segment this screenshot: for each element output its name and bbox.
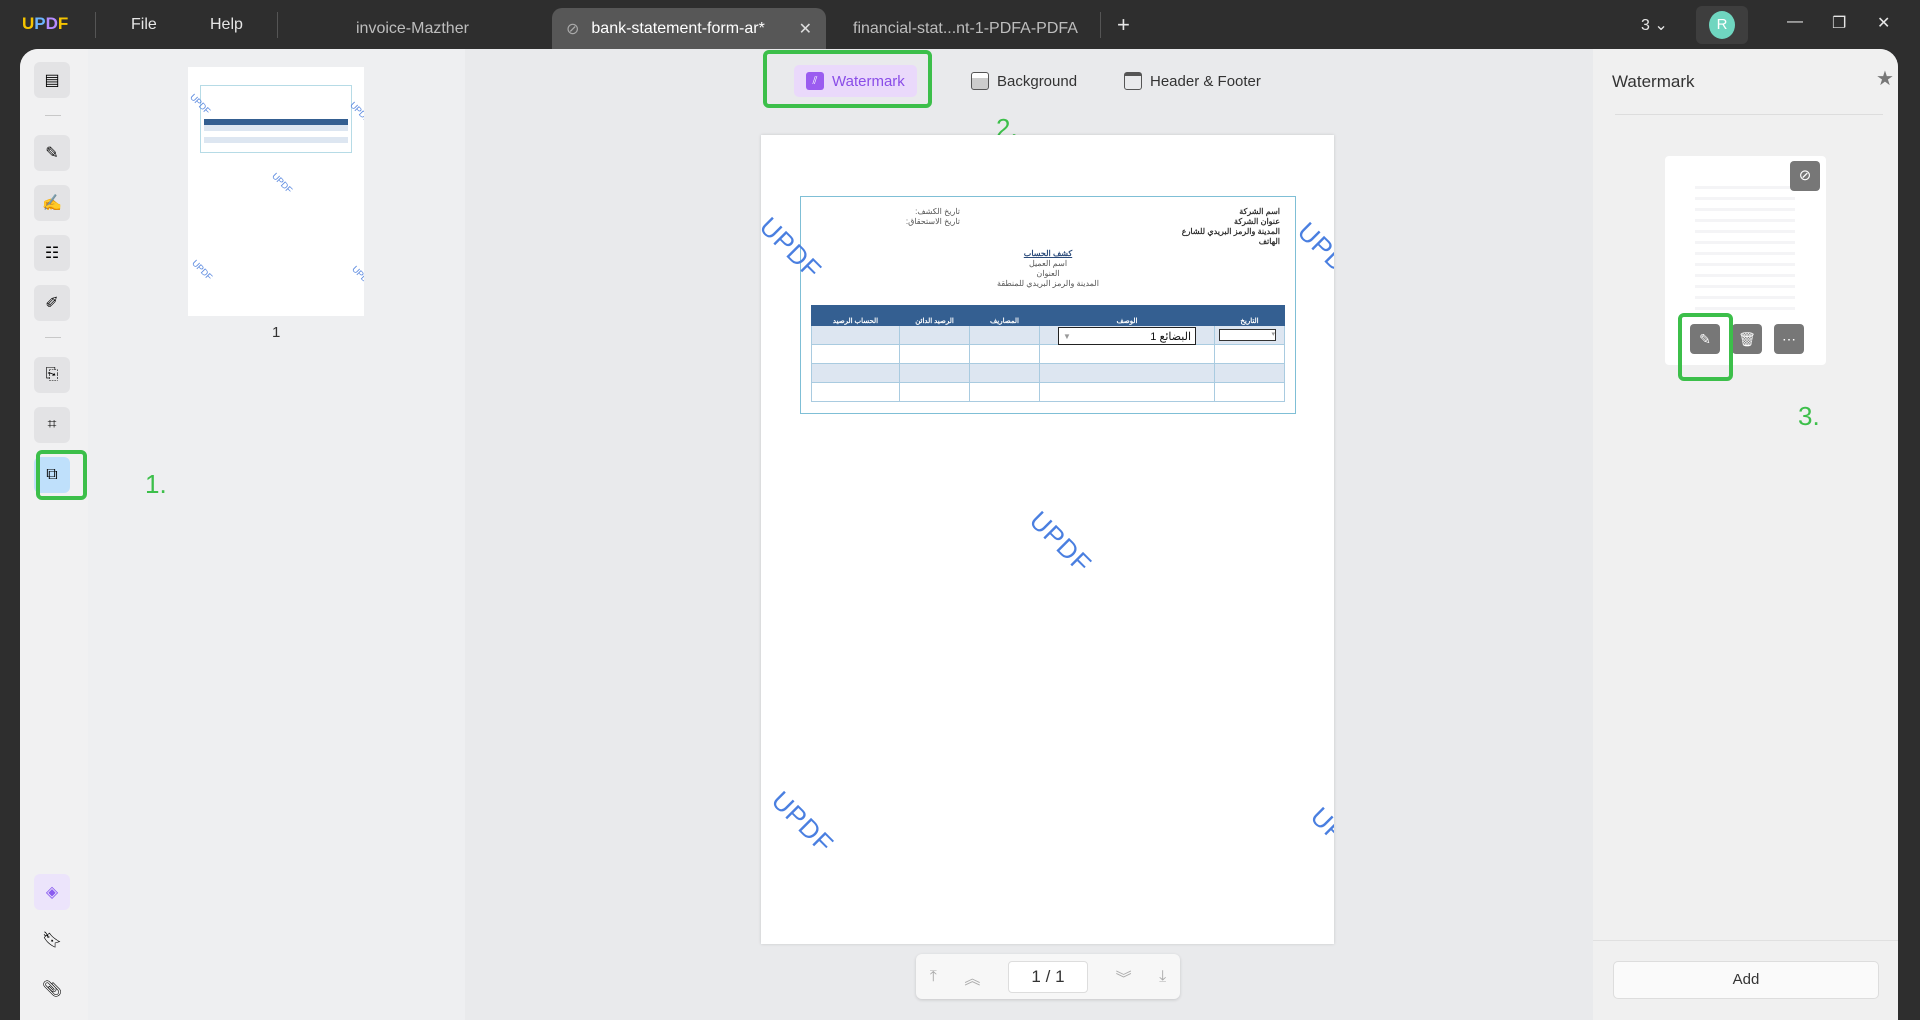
column-header: الحساب الرصيد [811,305,900,326]
thumbnail-panel: UPDF UPDF UPDF UPDF UPDF 1 1. [88,49,465,1020]
tab-label: financial-stat...nt-1-PDFA-PDFA [853,19,1078,37]
tab-label: bank-statement-form-ar* [591,19,765,37]
organize-pages-icon[interactable]: ⎘ [34,357,70,393]
layers-icon[interactable]: ◈ [34,874,70,910]
step1-label: 1. [145,469,167,499]
trash-icon: 🗑︎ [1738,330,1756,347]
restore-icon[interactable]: ❐ [1832,13,1846,33]
first-page-icon[interactable]: ⤒ [930,968,937,986]
window-count[interactable]: 3 ⌄ [1641,15,1668,35]
background-icon [971,72,989,90]
column-header: المصاريف [969,305,1040,326]
statement-table: التاريخ الوصف المصاريف الرصيد الدائن الحساب … [811,305,1285,402]
description-value: البضائع 1 [1150,330,1191,343]
step1-highlight [36,450,87,500]
company-phone: الهاتف [1258,237,1280,246]
count-label: 3 [1641,17,1650,34]
company-city: المدينة والرمز البريدي للشارع [1181,227,1280,236]
bookmark-icon[interactable]: 🔖︎ [34,922,70,958]
company-address: عنوان الشركة [1234,217,1280,226]
attachment-icon[interactable]: 📎︎ [34,971,70,1007]
close-tab-icon[interactable]: ✕ [799,19,812,39]
menu-help[interactable]: Help [210,16,243,34]
unsaved-icon: ⊘ [566,20,580,38]
panel-title: Watermark [1612,72,1695,91]
description-dropdown[interactable]: البضائع 1 ▼ [1058,327,1196,345]
tab-label: invoice-Mazther [356,19,469,37]
statement-title: كشف الحساب [1023,249,1073,258]
watermark-text: UPDF [765,785,840,860]
hide-eye-icon[interactable]: ⊘ [1790,161,1820,191]
watermark-text: UPDF [1023,505,1098,580]
step3-label: 3. [1798,401,1820,431]
step3-highlight [1678,313,1733,381]
more-options-button[interactable]: ⋯ [1774,324,1804,354]
close-window-icon[interactable]: ✕ [1877,13,1890,33]
thumbnail-page-number: 1 [272,324,281,341]
watermark-panel: Watermark ★ ⊘ ✎ 🗑︎ ⋯ 3. Add [1593,49,1898,1020]
document-canvas: ⫽ Watermark Background Header & Footer 2.… [465,49,1593,1020]
step2-highlight [763,50,932,108]
statement-date-label: تاريخ الكشف: [915,207,960,216]
customer-city: المدينة والرمز البريدي للمنطقة [997,279,1099,288]
background-tool-button[interactable]: Background [959,65,1089,97]
watermark-text: UPDF [1291,216,1334,291]
avatar[interactable]: R [1709,11,1735,39]
tab-invoice[interactable]: invoice-Mazther [356,8,469,49]
table-row: ▾ البضائع 1 ▼ [811,325,1285,345]
bank-statement-form: اسم الشركة عنوان الشركة المدينة والرمز ا… [800,196,1296,414]
watermark-text: UPDF [1304,801,1334,876]
updf-logo: UPDF [22,14,69,33]
page-thumbnail[interactable]: UPDF UPDF UPDF UPDF UPDF [188,67,364,316]
workspace: ▤ ✎ ✍ ☷ ✐ ⎘ ⌗ ⧉ ◈ 🔖︎ 📎︎ UPDF UPDF UPDF U… [20,49,1898,1020]
table-row [811,363,1285,383]
company-name: اسم الشركة [1239,207,1280,216]
date-dropdown[interactable]: ▾ [1219,329,1276,341]
column-header: الوصف [1039,305,1215,326]
table-row [811,382,1285,402]
chevron-down-icon: ⌄ [1654,17,1668,34]
menu-file[interactable]: File [131,16,157,34]
header-footer-icon [1124,72,1142,90]
next-page-icon[interactable]: ︾ [1116,965,1132,989]
dropdown-arrow-icon: ▼ [1063,331,1071,341]
title-bar: UPDF File Help invoice-Mazther ⊘ bank-st… [0,0,1920,49]
due-date-label: تاريخ الاستحقاق: [905,217,960,226]
add-watermark-button[interactable]: Add [1613,961,1879,999]
new-tab-button[interactable]: + [1117,12,1130,38]
tab-financial[interactable]: financial-stat...nt-1-PDFA-PDFA [853,8,1078,49]
header-footer-tool-button[interactable]: Header & Footer [1112,65,1273,97]
redact-icon[interactable]: ✐ [34,285,70,321]
edit-pdf-icon[interactable]: ✍ [34,185,70,221]
delete-watermark-button[interactable]: 🗑︎ [1732,324,1762,354]
left-tool-rail: ▤ ✎ ✍ ☷ ✐ ⎘ ⌗ ⧉ ◈ 🔖︎ 📎︎ [20,49,88,1020]
tab-bank-statement[interactable]: ⊘ bank-statement-form-ar* ✕ [552,8,826,49]
form-icon[interactable]: ☷ [34,235,70,271]
pdf-page: اسم الشركة عنوان الشركة المدينة والرمز ا… [761,135,1334,944]
prev-page-icon[interactable]: ︽ [964,965,980,989]
header-footer-label: Header & Footer [1150,72,1261,90]
highlighter-icon[interactable]: ✎ [34,135,70,171]
crop-icon[interactable]: ⌗ [34,407,70,443]
last-page-icon[interactable]: ⤓ [1159,968,1166,986]
column-header: الرصيد الدائن [899,305,970,326]
customer-address: العنوان [1036,269,1060,278]
page-navigator: ⤒ ︽ 1 / 1 ︾ ⤓ [916,954,1180,999]
table-row [811,344,1285,364]
star-icon[interactable]: ★ [1876,66,1894,91]
background-label: Background [997,72,1078,90]
reader-icon[interactable]: ▤ [34,62,70,98]
minimize-icon[interactable]: — [1787,13,1803,31]
page-number-input[interactable]: 1 / 1 [1008,960,1088,993]
customer-name: اسم العميل [1028,259,1068,268]
column-header: التاريخ [1214,305,1285,326]
more-icon: ⋯ [1782,330,1796,347]
